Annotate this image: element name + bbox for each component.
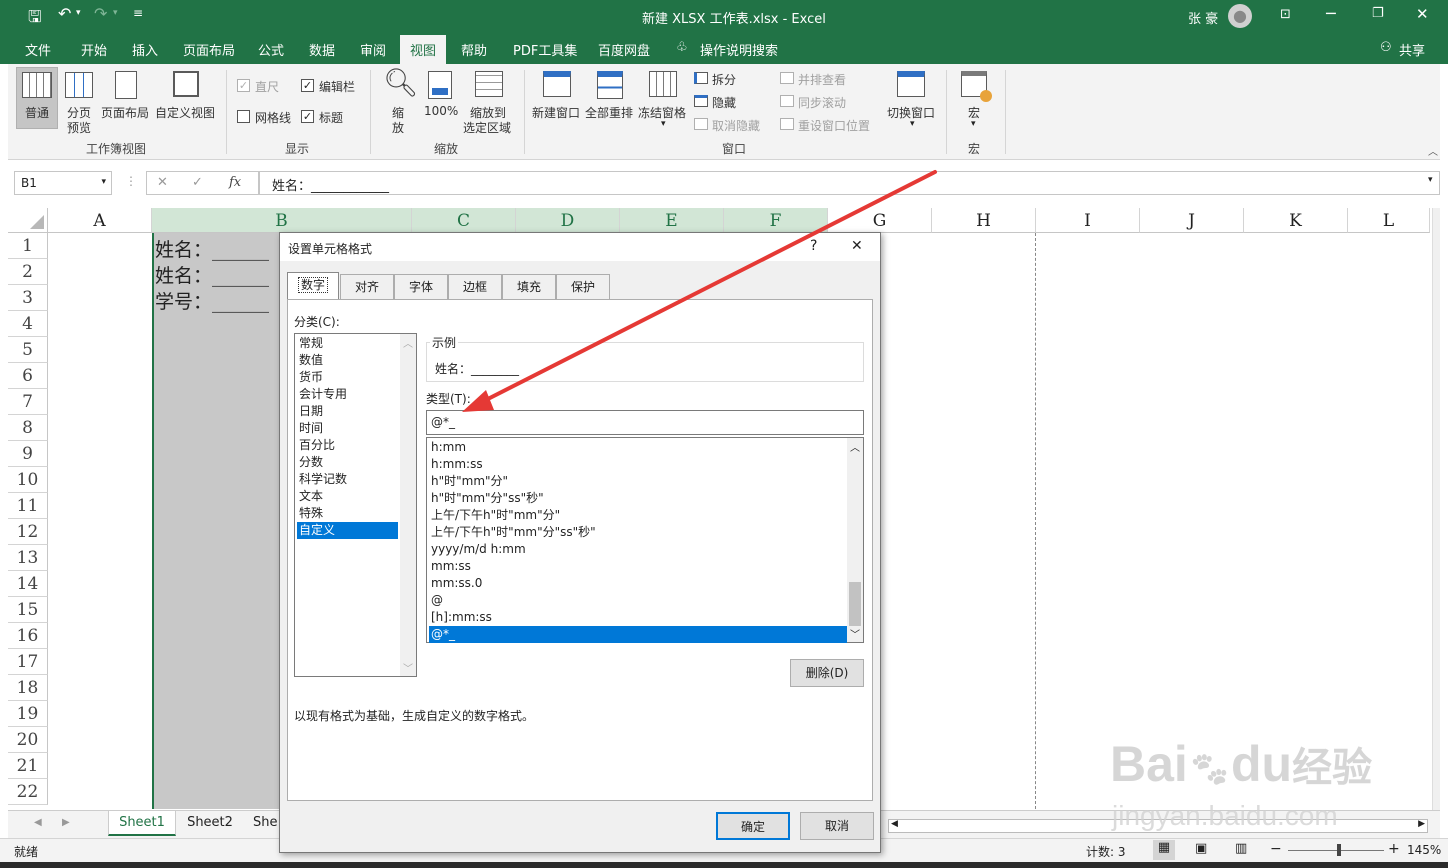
annotation-arrow [462, 170, 937, 412]
